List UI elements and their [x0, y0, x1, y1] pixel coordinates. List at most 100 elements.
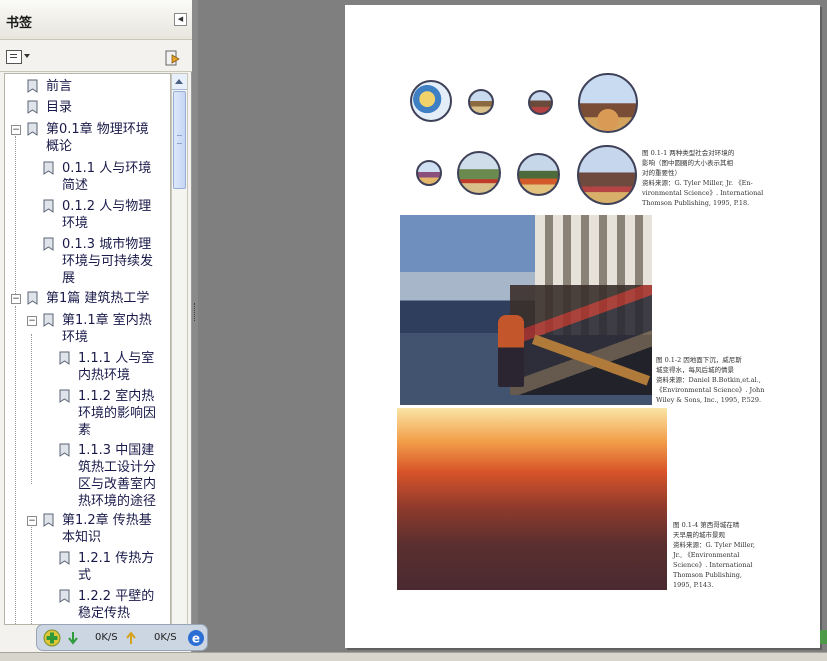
- bookmark-label: 1.2.1 传热方 式: [78, 551, 155, 583]
- bookmark-icon: [59, 389, 70, 403]
- figure-caption-0-1-2: 图 0.1-2 因地面下沉，威尼斯 城变得水，每风后城的情景 资料来源：Dani…: [656, 355, 764, 405]
- caption-line: 城变得水，每风后城的情景: [656, 366, 734, 374]
- download-speed-bar[interactable]: 0K/S 0K/S e: [36, 624, 208, 651]
- caption-line: 资料来源：G. Tyler Miller,: [673, 541, 755, 549]
- collapse-toggle[interactable]: −: [27, 516, 37, 526]
- caption-line: 资料来源：G. Tyler Miller, Jr. 《En-: [642, 179, 753, 187]
- document-page: 图 0.1-1 两种类型社会对环境的 影响（图中圆圈的大小表示其相 对的重要性）…: [345, 5, 820, 648]
- bookmark-item[interactable]: 0.1.2 人与物理 环境: [5, 197, 170, 233]
- bookmark-item[interactable]: − 第1.2章 传热基 本知识: [5, 511, 170, 547]
- bookmark-label: 第0.1章 物理环境 概论: [46, 122, 149, 154]
- figure-circle-image: [528, 90, 553, 115]
- dropdown-arrow-icon: [24, 54, 30, 58]
- caption-line: 1995, P.143.: [673, 581, 714, 589]
- scrollbar-thumb[interactable]: [173, 91, 186, 189]
- caption-line: Wiley & Sons, Inc., 1995, P.529.: [656, 396, 762, 404]
- figure-caption-0-1-4: 图 0.1-4 第西哥城在晴 天早晨的城市景观 资料来源：G. Tyler Mi…: [673, 520, 755, 590]
- caption-line: 影响（图中圆圈的大小表示其相: [642, 159, 733, 167]
- bookmark-icon: [43, 237, 54, 251]
- splitter-grip[interactable]: [194, 303, 197, 321]
- bookmark-icon: [27, 122, 38, 136]
- caption-line: Science》. International: [673, 561, 753, 569]
- bookmark-tree: 前言 目录 − 第0.1章 物理环境 概论 0.1.1 人与环境 简述 0.1.…: [4, 73, 171, 625]
- bookmark-item[interactable]: 1.2.1 传热方 式: [5, 549, 170, 585]
- bookmarks-toolbar: [0, 40, 192, 72]
- figure-caption-0-1-1: 图 0.1-1 两种类型社会对环境的 影响（图中圆圈的大小表示其相 对的重要性）…: [642, 148, 763, 208]
- collapse-toggle[interactable]: −: [11, 125, 21, 135]
- bookmark-item[interactable]: − 第1.1章 室内热 环境: [5, 311, 170, 347]
- caption-line: 图 0.1-1 两种类型社会对环境的: [642, 149, 735, 157]
- download-speed: 0K/S: [95, 632, 118, 643]
- bookmarks-panel: 书签 ◀ 前言 目录 − 第0.1章 物理环境 概论 0.1.1 人与环境 简述…: [0, 0, 192, 660]
- bookmark-icon: [27, 100, 38, 114]
- add-icon[interactable]: [43, 629, 61, 647]
- bookmark-icon: [43, 161, 54, 175]
- caption-line: 天早晨的城市景观: [673, 531, 725, 539]
- panel-splitter[interactable]: [192, 0, 198, 660]
- caption-line: 资料来源：Daniel B.Botkin,et.al.,: [656, 376, 761, 384]
- venice-flood-photo: [400, 215, 652, 405]
- caption-line: Jr., 《Environmental: [673, 551, 740, 559]
- bookmark-icon: [27, 79, 38, 93]
- bookmark-icon: [43, 313, 54, 327]
- bookmark-label: 第1.1章 室内热 环境: [62, 313, 152, 345]
- upload-speed: 0K/S: [154, 632, 177, 643]
- bookmark-icon: [59, 551, 70, 565]
- collapse-toggle[interactable]: −: [11, 294, 21, 304]
- panel-title: 书签: [6, 16, 33, 31]
- bookmark-item[interactable]: 1.1.2 室内热 环境的影响因 素: [5, 387, 170, 441]
- bookmark-label: 0.1.1 人与环境 简述: [62, 161, 152, 193]
- caption-line: 图 0.1-4 第西哥城在晴: [673, 521, 740, 529]
- bookmark-label: 前言: [46, 79, 73, 94]
- caption-line: Thomson Publishing, 1995, P.18.: [642, 199, 750, 207]
- caption-line: 对的重要性）: [642, 169, 681, 177]
- svg-text:e: e: [192, 632, 200, 646]
- side-tab[interactable]: [820, 630, 827, 644]
- bookmark-icon: [43, 199, 54, 213]
- bookmark-item[interactable]: − 第1篇 建筑热工学: [5, 289, 170, 309]
- bookmark-label: 第1篇 建筑热工学: [46, 291, 150, 306]
- panel-header: 书签 ◀: [0, 0, 192, 40]
- bookmark-item[interactable]: 1.2.2 平壁的 稳定传热: [5, 587, 170, 623]
- collapse-toggle[interactable]: −: [27, 316, 37, 326]
- photo-walker: [498, 315, 524, 387]
- options-menu-button[interactable]: [6, 50, 32, 64]
- bookmark-label: 1.1.1 人与室 内热环境: [78, 351, 155, 383]
- scroll-up-arrow-icon[interactable]: [172, 74, 187, 90]
- bookmark-label: 1.2.2 平壁的 稳定传热: [78, 589, 155, 621]
- bookmark-label: 0.1.3 城市物理 环境与可持续发 展: [62, 237, 154, 286]
- bookmark-item[interactable]: 0.1.3 城市物理 环境与可持续发 展: [5, 235, 170, 289]
- figure-circle-image: [517, 153, 560, 196]
- bookmark-label: 目录: [46, 100, 73, 115]
- download-arrow-icon: [68, 632, 78, 645]
- bookmark-label: 1.1.3 中国建 筑热工设计分 区与改善室内 热环境的途径: [78, 443, 157, 509]
- bookmark-item[interactable]: − 第0.1章 物理环境 概论: [5, 120, 170, 156]
- browser-e-icon[interactable]: e: [187, 629, 205, 647]
- bookmarks-scrollbar[interactable]: [171, 73, 188, 625]
- upload-arrow-icon: [126, 631, 136, 644]
- figure-circle-image: [410, 80, 452, 122]
- bookmark-goto-icon: [165, 50, 180, 66]
- bookmark-item[interactable]: 1.1.3 中国建 筑热工设计分 区与改善室内 热环境的途径: [5, 441, 170, 513]
- caption-line: vironmental Science》. International: [642, 189, 764, 197]
- caption-line: Thomson Publishing,: [673, 571, 742, 579]
- figure-circle-image: [578, 73, 638, 133]
- bookmark-item[interactable]: 1.1.1 人与室 内热环境: [5, 349, 170, 385]
- bookmark-label: 1.1.2 室内热 环境的影响因 素: [78, 389, 157, 438]
- caption-line: 图 0.1-2 因地面下沉，威尼斯: [656, 356, 742, 364]
- caption-line: 《Environmental Science》. John: [656, 386, 765, 394]
- bookmark-item[interactable]: 前言: [5, 77, 170, 97]
- bookmark-label: 0.1.2 人与物理 环境: [62, 199, 152, 231]
- go-to-bookmark-button[interactable]: [164, 49, 182, 67]
- mexico-city-smog-photo: [397, 408, 667, 590]
- bookmark-label: 第1.2章 传热基 本知识: [62, 513, 152, 545]
- bookmark-item[interactable]: 0.1.1 人与环境 简述: [5, 159, 170, 195]
- bookmark-icon: [43, 513, 54, 527]
- collapse-panel-button[interactable]: ◀: [174, 13, 187, 26]
- options-icon: [6, 50, 22, 64]
- bookmark-icon: [27, 291, 38, 305]
- figure-circle-image: [577, 145, 637, 205]
- figure-circle-image: [416, 160, 442, 186]
- figure-circle-image: [457, 151, 501, 195]
- bookmark-item[interactable]: 目录: [5, 98, 170, 118]
